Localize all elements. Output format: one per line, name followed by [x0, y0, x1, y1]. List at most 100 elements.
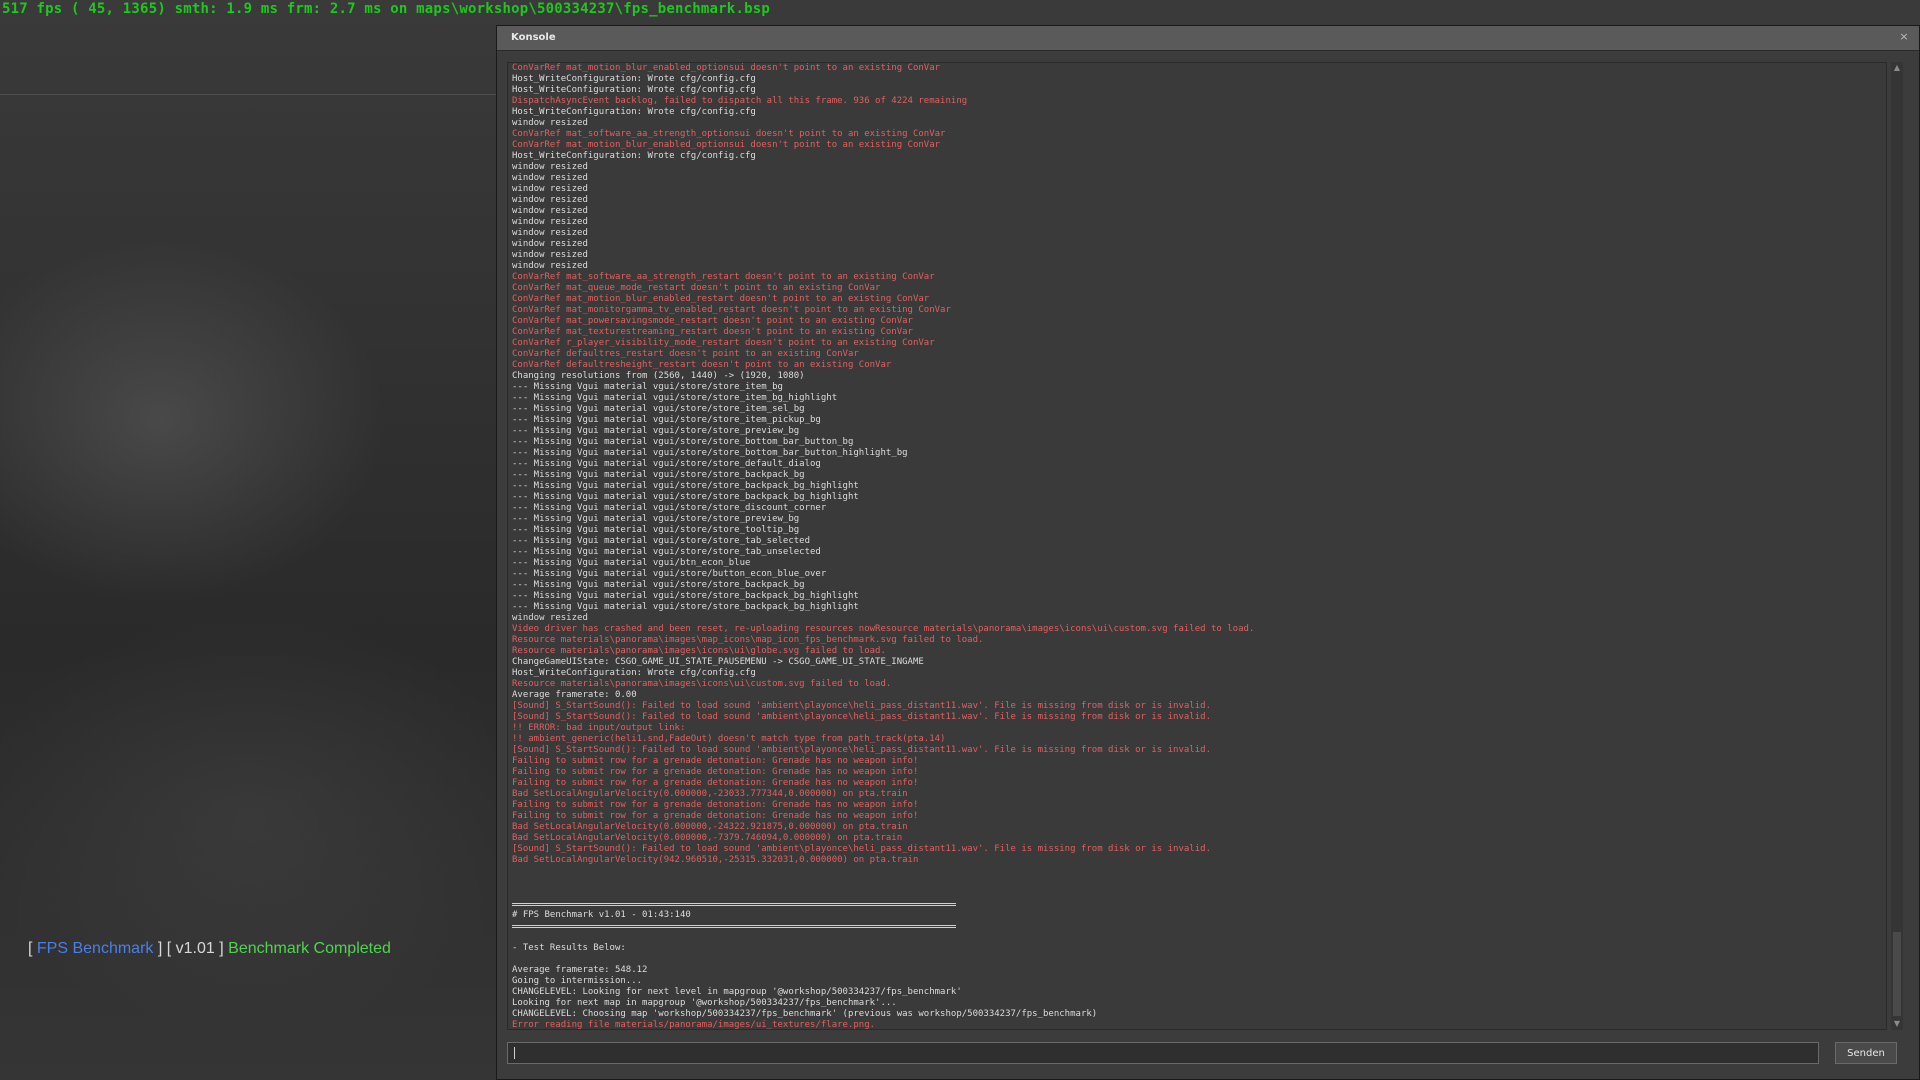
console-line: ConVarRef mat_software_aa_strength_optio… [512, 129, 946, 139]
console-line: window resized [512, 217, 588, 227]
console-log: ConVarRef mat_motion_blur_enabled_option… [512, 63, 1255, 1030]
console-line: window resized [512, 228, 588, 238]
console-line: --- Missing Vgui material vgui/store/sto… [512, 547, 821, 557]
console-line: --- Missing Vgui material vgui/store/sto… [512, 448, 908, 458]
console-line: --- Missing Vgui material vgui/store/sto… [512, 382, 783, 392]
console-line: --- Missing Vgui material vgui/store/sto… [512, 437, 854, 447]
console-line: [Sound] S_StartSound(): Failed to load s… [512, 745, 1211, 755]
console-line: CHANGELEVEL: Looking for next level in m… [512, 987, 962, 997]
console-line: [Sound] S_StartSound(): Failed to load s… [512, 712, 1211, 722]
console-line: window resized [512, 239, 588, 249]
console-command-input[interactable] [507, 1042, 1819, 1064]
console-line: !! ERROR: bad input/output link: [512, 723, 686, 733]
fps-counter-overlay: 517 fps ( 45, 1365) smth: 1.9 ms frm: 2.… [2, 1, 770, 17]
console-line: Failing to submit row for a grenade deto… [512, 756, 919, 766]
bracket-open: [ [28, 940, 33, 957]
console-line: Failing to submit row for a grenade deto… [512, 778, 919, 788]
console-line: window resized [512, 184, 588, 194]
console-line: ConVarRef mat_powersavingsmode_restart d… [512, 316, 913, 326]
console-line: ConVarRef mat_texturestreaming_restart d… [512, 327, 913, 337]
console-line: window resized [512, 261, 588, 271]
console-separator [512, 899, 1254, 910]
console-line: --- Missing Vgui material vgui/store/sto… [512, 492, 859, 502]
console-line: Failing to submit row for a grenade deto… [512, 811, 919, 821]
console-line: ConVarRef defaultresheight_restart doesn… [512, 360, 892, 370]
console-line: Video driver has crashed and been reset,… [512, 624, 1255, 634]
console-separator [512, 921, 1254, 932]
console-line: --- Missing Vgui material vgui/store/sto… [512, 602, 859, 612]
console-line: Bad SetLocalAngularVelocity(942.960510,-… [512, 855, 919, 865]
console-window: Konsole × ConVarRef mat_motion_blur_enab… [496, 25, 1920, 1080]
console-line: --- Missing Vgui material vgui/store/sto… [512, 470, 805, 480]
console-line: --- Missing Vgui material vgui/store/sto… [512, 580, 805, 590]
benchmark-version: v1.01 [175, 940, 215, 957]
console-line: --- Missing Vgui material vgui/store/sto… [512, 415, 821, 425]
console-line: window resized [512, 162, 588, 172]
console-title: Konsole [511, 32, 556, 43]
console-line: [Sound] S_StartSound(): Failed to load s… [512, 701, 1211, 711]
console-line: [Sound] S_StartSound(): Failed to load s… [512, 844, 1211, 854]
scrollbar-thumb[interactable] [1893, 932, 1901, 1016]
submit-button[interactable]: Senden [1835, 1042, 1897, 1064]
console-line: Average framerate: 0.00 [512, 690, 637, 700]
console-line: - Test Results Below: [512, 943, 626, 953]
console-line: Looking for next map in mapgroup '@works… [512, 998, 897, 1008]
console-line: --- Missing Vgui material vgui/btn_econ_… [512, 558, 751, 568]
console-line: Host_WriteConfiguration: Wrote cfg/confi… [512, 85, 756, 95]
benchmark-name: FPS Benchmark [36, 940, 154, 957]
console-line: --- Missing Vgui material vgui/store/but… [512, 569, 827, 579]
console-line: ChangeGameUIState: CSGO_GAME_UI_STATE_PA… [512, 657, 924, 667]
console-scrollbar[interactable]: ▲ ▼ [1891, 62, 1903, 1030]
console-line: Error reading file materials/panorama/im… [512, 1020, 876, 1030]
console-line: Failing to submit row for a grenade deto… [512, 767, 919, 777]
console-output-area[interactable]: ConVarRef mat_motion_blur_enabled_option… [507, 62, 1887, 1030]
console-line: window resized [512, 613, 588, 623]
console-line: Failing to submit row for a grenade deto… [512, 800, 919, 810]
console-titlebar[interactable]: Konsole × [497, 26, 1919, 51]
scroll-down-icon[interactable]: ▼ [1891, 1018, 1903, 1030]
console-line: ConVarRef defaultres_restart doesn't poi… [512, 349, 859, 359]
console-line: window resized [512, 173, 588, 183]
close-icon[interactable]: × [1897, 30, 1911, 44]
console-line: Going to intermission... [512, 976, 643, 986]
console-line: Bad SetLocalAngularVelocity(0.000000,-73… [512, 833, 903, 843]
console-line: Resource materials\panorama\images\icons… [512, 679, 892, 689]
console-line: --- Missing Vgui material vgui/store/sto… [512, 393, 838, 403]
console-line: window resized [512, 118, 588, 128]
console-line: ConVarRef mat_monitorgamma_tv_enabled_re… [512, 305, 951, 315]
console-line: ConVarRef mat_queue_mode_restart doesn't… [512, 283, 881, 293]
console-line: --- Missing Vgui material vgui/store/sto… [512, 536, 811, 546]
console-line: # FPS Benchmark v1.01 - 01:43:140 [512, 910, 691, 920]
console-line: window resized [512, 195, 588, 205]
console-line: --- Missing Vgui material vgui/store/sto… [512, 459, 821, 469]
console-line: Bad SetLocalAngularVelocity(0.000000,-24… [512, 822, 908, 832]
console-line: ConVarRef mat_software_aa_strength_resta… [512, 272, 935, 282]
console-line: ConVarRef r_player_visibility_mode_resta… [512, 338, 935, 348]
console-line: Resource materials\panorama\images\map_i… [512, 635, 984, 645]
console-line: ConVarRef mat_motion_blur_enabled_restar… [512, 294, 930, 304]
scroll-up-icon[interactable]: ▲ [1891, 62, 1903, 74]
console-line: !! ambient_generic(heli1.snd,FadeOut) do… [512, 734, 946, 744]
text-caret [514, 1047, 515, 1059]
console-line: ConVarRef mat_motion_blur_enabled_option… [512, 63, 941, 73]
hud-divider [0, 94, 496, 95]
console-line: Changing resolutions from (2560, 1440) -… [512, 371, 805, 381]
console-line: --- Missing Vgui material vgui/store/sto… [512, 426, 800, 436]
console-line: window resized [512, 206, 588, 216]
console-line: Bad SetLocalAngularVelocity(0.000000,-23… [512, 789, 908, 799]
console-line: CHANGELEVEL: Choosing map 'workshop/5003… [512, 1009, 1098, 1019]
console-line: DispatchAsyncEvent backlog, failed to di… [512, 96, 968, 106]
console-line: --- Missing Vgui material vgui/store/sto… [512, 525, 800, 535]
benchmark-status: Benchmark Completed [228, 940, 391, 957]
console-line: Resource materials\panorama\images\icons… [512, 646, 886, 656]
console-line: Host_WriteConfiguration: Wrote cfg/confi… [512, 151, 756, 161]
console-line: --- Missing Vgui material vgui/store/sto… [512, 514, 800, 524]
console-line: Host_WriteConfiguration: Wrote cfg/confi… [512, 107, 756, 117]
benchmark-status-message: [ FPS Benchmark ] [ v1.01 ] Benchmark Co… [28, 940, 391, 958]
bracket-close: ] [219, 940, 224, 957]
console-line: --- Missing Vgui material vgui/store/sto… [512, 503, 827, 513]
